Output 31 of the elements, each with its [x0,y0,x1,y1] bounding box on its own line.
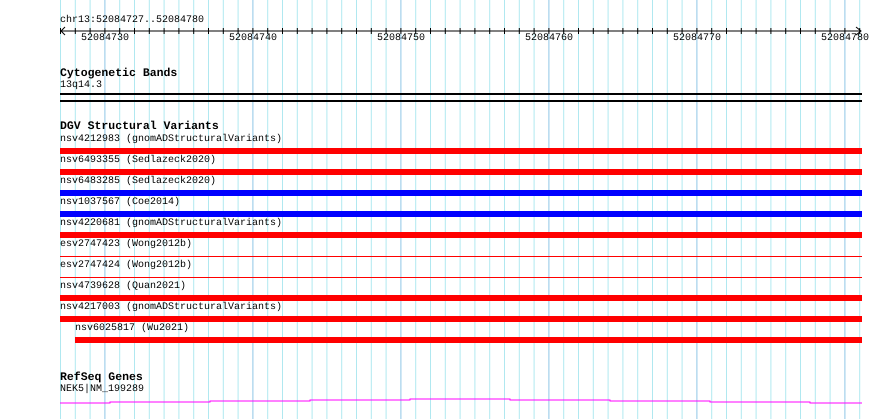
variant-label: nsv4739628 (Quan2021) [60,281,186,293]
variant-label: nsv6483285 (Sedlazeck2020) [60,176,216,188]
gene-label: NEK5|NM_199289 [60,384,144,396]
track-title: DGV Structural Variants [60,121,220,133]
ruler-label: 52084740 [229,33,278,45]
variant-label: esv2747424 (Wong2012b) [60,260,192,272]
ruler-label: 52084780 [821,33,870,45]
variant-bar[interactable] [60,316,862,322]
variant-label: nsv4217003 (gnomADStructuralVariants) [60,302,282,314]
variant-bar[interactable] [60,148,862,154]
ruler-label: 52084730 [81,33,130,45]
variant-label: nsv6025817 (Wu2021) [75,323,190,335]
variant-label: nsv1037567 (Coe2014) [60,197,180,209]
location-label: chr13:52084727..52084780 [60,15,206,27]
ruler-label: 52084760 [525,33,574,45]
ruler-label: 52084750 [377,33,426,45]
gene-model-drawing[interactable] [60,397,862,405]
variant-bar[interactable] [60,169,862,175]
variant-bar[interactable] [60,295,862,301]
variant-label: nsv6493355 (Sedlazeck2020) [60,155,216,167]
variant-label: esv2747423 (Wong2012b) [60,239,192,251]
variant-bar[interactable] [60,190,862,196]
variant-label: nsv4220681 (gnomADStructuralVariants) [60,218,282,230]
variant-bar[interactable] [60,232,862,238]
variant-bar[interactable] [75,337,862,343]
band-label: 13q14.3 [60,80,104,92]
ruler-label: 52084770 [673,33,722,45]
track-title: Cytogenetic Bands [60,68,178,80]
variant-bar[interactable] [60,211,862,217]
variant-label: nsv4212983 (gnomADStructuralVariants) [60,134,282,146]
track-title: RefSeq Genes [60,372,143,384]
